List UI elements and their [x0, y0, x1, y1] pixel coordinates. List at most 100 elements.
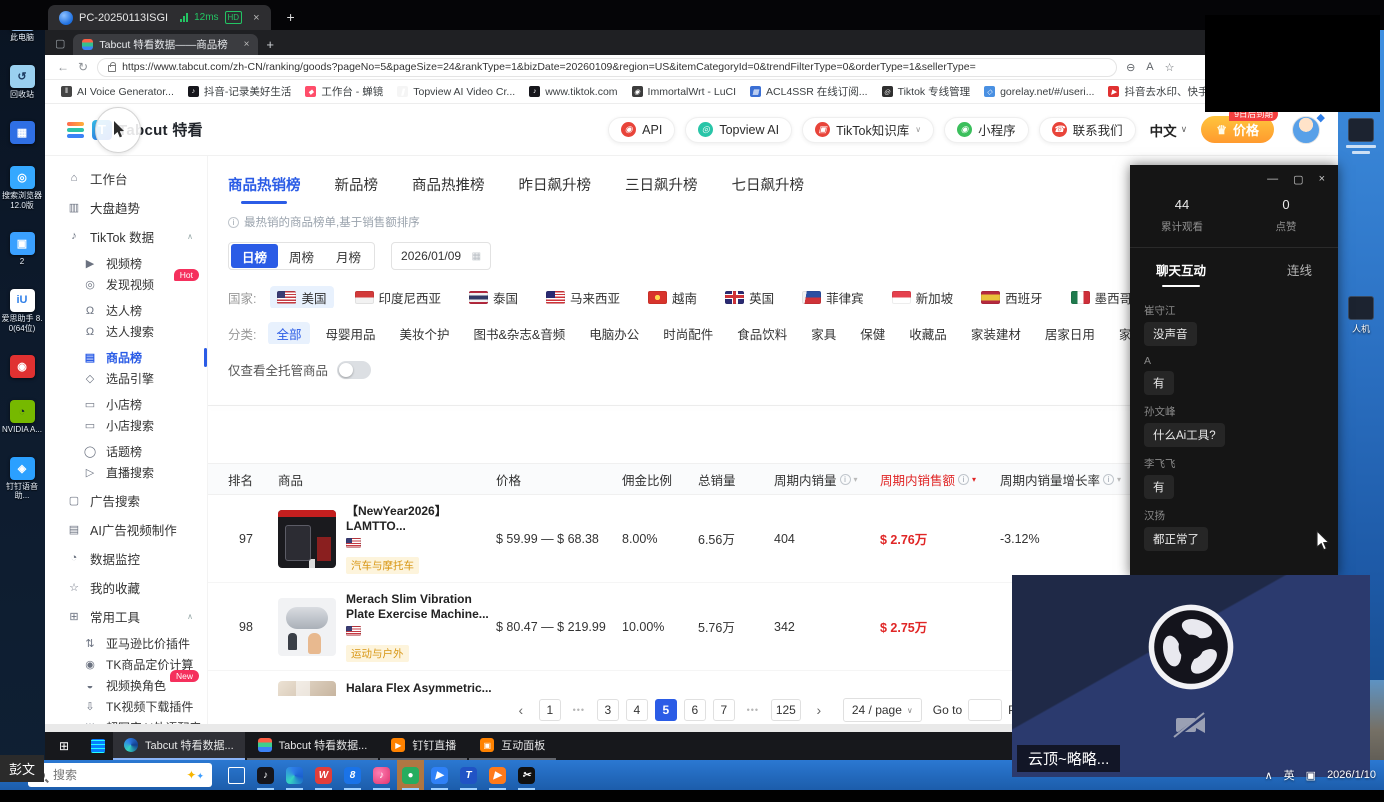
- taskbar-app-icon[interactable]: ♪: [252, 760, 279, 790]
- sort-caret-icon[interactable]: ▾: [854, 475, 858, 484]
- new-session-button[interactable]: +: [287, 9, 295, 25]
- address-bar[interactable]: https://www.tabcut.com/zh-CN/ranking/goo…: [97, 58, 1117, 77]
- table-header-cell[interactable]: 总销量: [698, 470, 774, 489]
- sidebar-item[interactable]: Ψ 超写实AI外语配音: [45, 717, 207, 724]
- table-header-cell[interactable]: 佣金比例: [622, 470, 698, 489]
- table-header-cell[interactable]: 排名: [228, 470, 278, 489]
- tray-icon[interactable]: ▣: [1306, 769, 1316, 782]
- bookmark-item[interactable]: ◎ Tiktok 专线管理: [876, 84, 977, 99]
- bookmark-item[interactable]: ♪ www.tiktok.com: [523, 86, 623, 98]
- taskbar-task-button[interactable]: ▣ 互动面板: [469, 732, 556, 760]
- taskbar-app-icon[interactable]: 8: [339, 760, 366, 790]
- search-input[interactable]: [51, 767, 180, 783]
- category-option[interactable]: 家具: [803, 322, 844, 344]
- period-option[interactable]: 周榜: [278, 244, 325, 268]
- page-button[interactable]: 1: [539, 699, 561, 721]
- window-control-icon[interactable]: ×: [1319, 173, 1325, 185]
- desktop-icon[interactable]: ▦: [1, 121, 43, 144]
- ranking-tab[interactable]: 三日飙升榜: [625, 174, 698, 204]
- tab-close-icon[interactable]: ×: [244, 39, 250, 50]
- desktop-icon[interactable]: [1342, 118, 1380, 156]
- sidebar-item[interactable]: ◉ TK商品定价计算 New: [45, 654, 207, 675]
- taskbar-app-icon[interactable]: W: [310, 760, 337, 790]
- bookmark-item[interactable]: ◉ ImmortalWrt - LuCI: [626, 86, 742, 98]
- table-header-cell[interactable]: 周期内销售额 ▾: [880, 470, 1000, 489]
- sort-caret-icon[interactable]: ▾: [1117, 475, 1121, 484]
- nav-pill-button[interactable]: ◉ API: [608, 117, 675, 143]
- tray-icon[interactable]: 英: [1284, 767, 1295, 783]
- category-option[interactable]: 保健: [852, 322, 893, 344]
- page-button[interactable]: •••: [742, 699, 764, 721]
- taskbar-app-icon[interactable]: [223, 760, 250, 790]
- urlbar-action-icon[interactable]: ⊖: [1126, 61, 1135, 74]
- country-option[interactable]: 菲律宾: [795, 286, 871, 308]
- window-manager-icon[interactable]: ▢: [55, 37, 65, 50]
- nav-pill-button[interactable]: ▣ TikTok知识库 ∨: [802, 117, 934, 143]
- page-button[interactable]: 4: [626, 699, 648, 721]
- back-icon[interactable]: ←: [57, 60, 69, 74]
- desktop-icon[interactable]: iU 爱思助手 8.0(64位): [1, 289, 43, 333]
- period-option[interactable]: 日榜: [231, 244, 278, 268]
- managed-toggle[interactable]: [337, 361, 371, 379]
- desktop-icon[interactable]: ↺ 回收站: [1, 65, 43, 100]
- country-option[interactable]: 越南: [641, 286, 704, 308]
- taskbar-app-icon[interactable]: [281, 760, 308, 790]
- sidebar-item[interactable]: ⇅ 亚马逊比价插件: [45, 633, 207, 654]
- ranking-tab[interactable]: 商品热销榜: [228, 174, 301, 204]
- refresh-icon[interactable]: ↻: [78, 60, 88, 74]
- country-option[interactable]: 新加坡: [885, 286, 961, 308]
- date-picker[interactable]: 2026/01/09 ▦: [391, 242, 491, 270]
- page-button[interactable]: 125: [771, 699, 801, 721]
- desktop-icon[interactable]: ▣ 2: [1, 232, 43, 267]
- sidebar-item[interactable]: ◔ 数据监控: [45, 546, 207, 570]
- urlbar-action-icon[interactable]: ☆: [1165, 61, 1175, 74]
- category-option[interactable]: 时尚配件: [655, 322, 721, 344]
- chat-tab[interactable]: 连线: [1287, 260, 1312, 287]
- sidebar-item[interactable]: ▶ 视频榜 Hot: [45, 253, 207, 274]
- sidebar-item[interactable]: ▤ 商品榜: [45, 347, 207, 368]
- category-option[interactable]: 家装建材: [963, 322, 1029, 344]
- browser-tab[interactable]: Tabcut 特看数据——商品榜 ×: [73, 34, 258, 55]
- pinned-app-icon[interactable]: [83, 739, 113, 753]
- page-button[interactable]: ›: [808, 699, 830, 721]
- category-option[interactable]: 美妆个护: [392, 322, 458, 344]
- category-option[interactable]: 全部: [268, 322, 309, 344]
- desktop-icon[interactable]: ◔ NVIDIA A...: [1, 400, 43, 435]
- bookmark-item[interactable]: ‖ AI Voice Generator...: [55, 86, 180, 98]
- sidebar-item[interactable]: ⇩ TK视频下载插件: [45, 696, 207, 717]
- taskbar-app-icon[interactable]: ▶: [426, 760, 453, 790]
- page-size-select[interactable]: 24 / page ∨: [843, 698, 922, 722]
- bookmark-item[interactable]: ▦ ACL4SSR 在线订阅...: [744, 84, 874, 99]
- pricing-button[interactable]: ♛ 价格 9日后到期: [1201, 116, 1274, 143]
- country-option[interactable]: 墨西哥: [1064, 286, 1140, 308]
- taskbar-app-icon[interactable]: ♪: [368, 760, 395, 790]
- product-title[interactable]: Halara Flex Asymmetric...: [346, 681, 492, 696]
- sidebar-item[interactable]: ▢ 广告搜索: [45, 488, 207, 512]
- sidebar-item[interactable]: ⌂ 工作台: [45, 166, 207, 190]
- sidebar-item[interactable]: ▭ 小店榜: [45, 394, 207, 415]
- ranking-tab[interactable]: 昨日飙升榜: [519, 174, 592, 204]
- nav-pill-button[interactable]: ☎ 联系我们: [1039, 117, 1136, 143]
- nav-pill-button[interactable]: ◎ Topview AI: [685, 117, 792, 143]
- sidebar-item[interactable]: ☆ 我的收藏: [45, 575, 207, 599]
- category-option[interactable]: 母婴用品: [318, 322, 384, 344]
- category-option[interactable]: 图书&杂志&音频: [466, 322, 574, 344]
- category-option[interactable]: 居家日用: [1037, 322, 1103, 344]
- product-image[interactable]: [278, 510, 336, 568]
- taskbar-task-button[interactable]: Tabcut 特看数据...: [247, 732, 379, 760]
- table-header-cell[interactable]: 价格: [496, 470, 622, 489]
- bookmark-item[interactable]: ◇ gorelay.net/#/useri...: [978, 86, 1100, 98]
- bookmark-item[interactable]: ♪ 抖音-记录美好生活: [182, 84, 298, 99]
- taskbar-app-icon[interactable]: ✂: [513, 760, 540, 790]
- bookmark-item[interactable]: ❚ Topview AI Video Cr...: [391, 86, 521, 98]
- nav-pill-button[interactable]: ◉ 小程序: [944, 117, 1029, 143]
- sidebar-item[interactable]: ⊞ 常用工具 ∧: [45, 604, 207, 628]
- ranking-tab[interactable]: 新品榜: [335, 174, 379, 204]
- table-header-cell[interactable]: 周期内销量 ▾: [774, 470, 880, 489]
- page-button[interactable]: ‹: [510, 699, 532, 721]
- country-option[interactable]: 泰国: [462, 286, 525, 308]
- tray-icon[interactable]: ∧: [1265, 769, 1273, 782]
- goto-page-input[interactable]: [968, 699, 1002, 721]
- country-option[interactable]: 印度尼西亚: [348, 286, 449, 308]
- sidebar-item[interactable]: ▷ 直播搜索: [45, 462, 207, 483]
